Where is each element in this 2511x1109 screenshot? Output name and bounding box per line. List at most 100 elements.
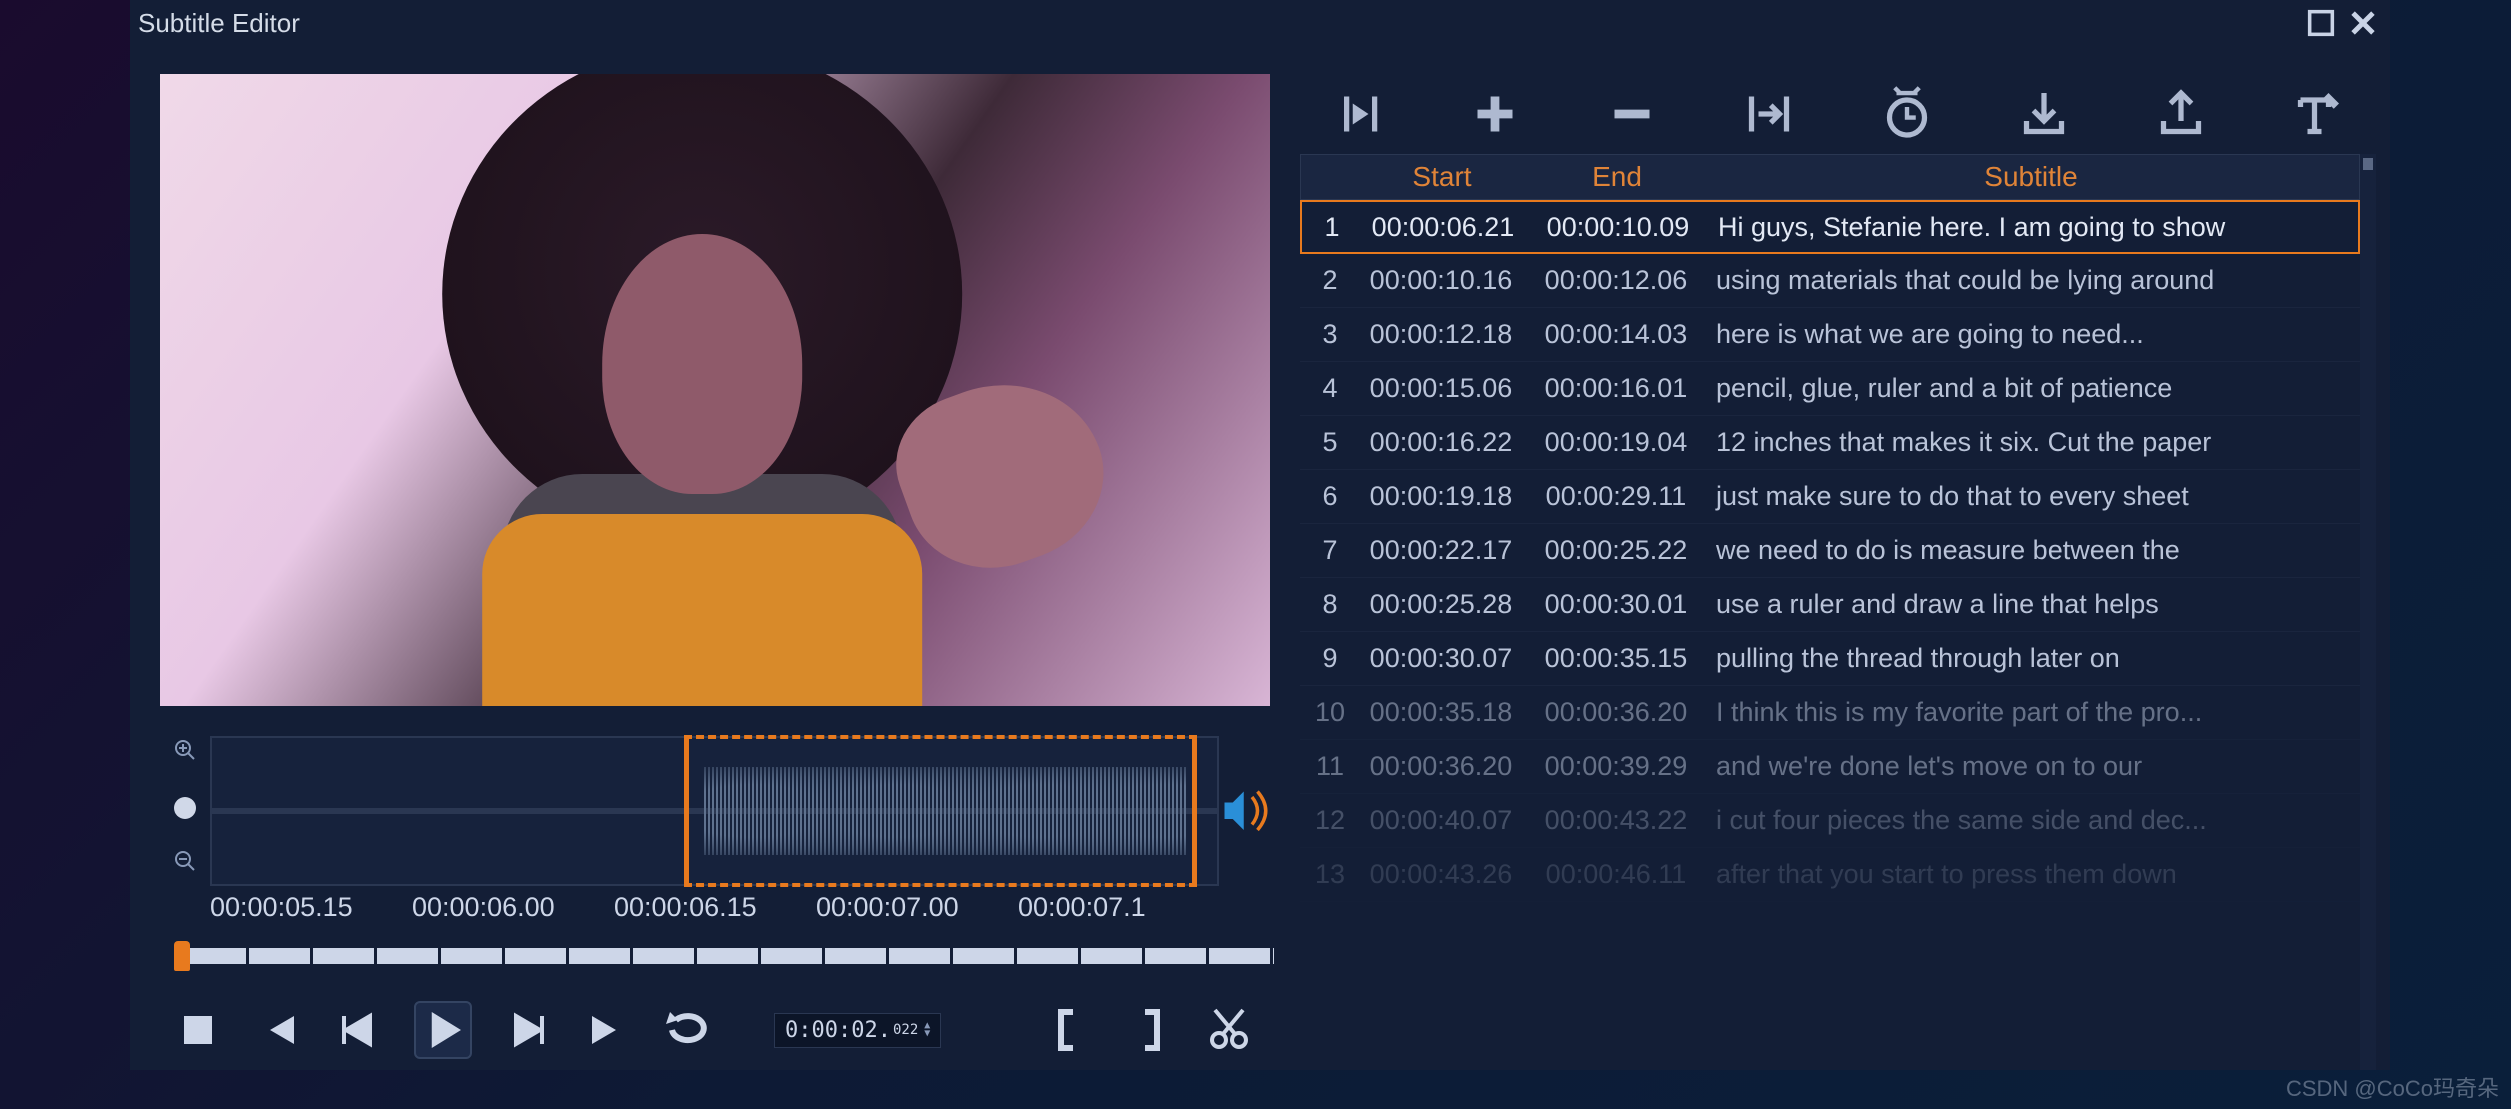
table-row[interactable]: 1200:00:40.0700:00:43.22i cut four piece… [1300,794,2360,848]
row-subtitle: we need to do is measure between the [1702,535,2360,566]
bracket-out-button[interactable] [1125,1006,1173,1054]
row-end: 00:00:39.29 [1530,751,1702,782]
merge-button[interactable] [1741,86,1797,142]
table-row[interactable]: 1300:00:43.2600:00:46.11after that you s… [1300,848,2360,902]
row-number: 1 [1310,212,1354,243]
timecode-display[interactable]: 0:00:02.022 ▲▼ [774,1013,941,1048]
close-button[interactable] [2346,6,2380,40]
play-button[interactable] [414,1001,472,1059]
row-end: 00:00:14.03 [1530,319,1702,350]
timecode-minor: 022 [893,1022,918,1038]
text-options-button[interactable] [2290,86,2346,142]
row-number: 8 [1308,589,1352,620]
table-row[interactable]: 400:00:15.0600:00:16.01pencil, glue, rul… [1300,362,2360,416]
col-end[interactable]: End [1531,161,1703,193]
scrollbar-thumb[interactable] [2363,158,2373,170]
play-selection-button[interactable] [1330,86,1386,142]
waveform-display[interactable] [210,736,1219,886]
row-start: 00:00:43.26 [1352,859,1530,890]
zoom-slider-handle[interactable] [174,797,196,819]
import-button[interactable] [2016,86,2072,142]
row-subtitle: use a ruler and draw a line that helps [1702,589,2360,620]
scrubber-track[interactable] [182,948,1274,964]
zoom-out-icon[interactable] [173,849,197,878]
row-subtitle: and we're done let's move on to our [1702,751,2360,782]
audio-track-icon[interactable] [1219,736,1274,836]
table-row[interactable]: 700:00:22.1700:00:25.22we need to do is … [1300,524,2360,578]
row-number: 10 [1308,697,1352,728]
row-start: 00:00:40.07 [1352,805,1530,836]
watermark: CSDN @CoCo玛奇朵 [2286,1071,2499,1103]
timecode-stepper[interactable]: ▲▼ [924,1022,930,1038]
row-number: 2 [1308,265,1352,296]
row-number: 13 [1308,859,1352,890]
tick-label: 00:00:05.15 [210,892,412,923]
row-number: 9 [1308,643,1352,674]
table-row[interactable]: 600:00:19.1800:00:29.11just make sure to… [1300,470,2360,524]
step-back-button[interactable] [334,1006,382,1054]
table-row[interactable]: 100:00:06.2100:00:10.09Hi guys, Stefanie… [1300,200,2360,254]
row-number: 4 [1308,373,1352,404]
row-start: 00:00:06.21 [1354,212,1532,243]
tick-label: 00:00:07.00 [816,892,1018,923]
row-start: 00:00:15.06 [1352,373,1530,404]
step-forward-button[interactable] [504,1006,552,1054]
table-row[interactable]: 1100:00:36.2000:00:39.29and we're done l… [1300,740,2360,794]
table-row[interactable]: 900:00:30.0700:00:35.15pulling the threa… [1300,632,2360,686]
row-number: 3 [1308,319,1352,350]
remove-subtitle-button[interactable] [1604,86,1660,142]
table-row[interactable]: 200:00:10.1600:00:12.06using materials t… [1300,254,2360,308]
table-header: Start End Subtitle [1300,154,2360,200]
row-number: 6 [1308,481,1352,512]
row-start: 00:00:10.16 [1352,265,1530,296]
row-subtitle: 12 inches that makes it six. Cut the pap… [1702,427,2360,458]
row-end: 00:00:35.15 [1530,643,1702,674]
row-end: 00:00:36.20 [1530,697,1702,728]
window-title: Subtitle Editor [138,8,300,39]
row-subtitle: pulling the thread through later on [1702,643,2360,674]
row-subtitle: Hi guys, Stefanie here. I am going to sh… [1704,212,2358,243]
row-start: 00:00:25.28 [1352,589,1530,620]
tick-label: 00:00:06.15 [614,892,816,923]
bracket-in-button[interactable] [1045,1006,1093,1054]
waveform-selection[interactable] [684,735,1197,887]
row-subtitle: here is what we are going to need... [1702,319,2360,350]
time-shift-button[interactable] [1879,86,1935,142]
row-end: 00:00:25.22 [1530,535,1702,566]
video-preview[interactable] [160,74,1270,706]
table-row[interactable]: 500:00:16.2200:00:19.0412 inches that ma… [1300,416,2360,470]
zoom-in-icon[interactable] [173,738,197,767]
row-end: 00:00:10.09 [1532,212,1704,243]
add-subtitle-button[interactable] [1467,86,1523,142]
row-start: 00:00:36.20 [1352,751,1530,782]
row-end: 00:00:16.01 [1530,373,1702,404]
row-number: 11 [1308,751,1352,782]
scrubber-playhead[interactable] [174,941,190,971]
stop-button[interactable] [174,1006,222,1054]
row-end: 00:00:30.01 [1530,589,1702,620]
row-end: 00:00:43.22 [1530,805,1702,836]
maximize-button[interactable] [2304,6,2338,40]
vertical-scrollbar[interactable] [2360,154,2376,1070]
subtitle-table: Start End Subtitle 100:00:06.2100:00:10.… [1300,154,2360,1070]
row-start: 00:00:12.18 [1352,319,1530,350]
subtitle-editor-window: Subtitle Editor [130,0,2390,1070]
row-start: 00:00:16.22 [1352,427,1530,458]
export-button[interactable] [2153,86,2209,142]
col-start[interactable]: Start [1353,161,1531,193]
skip-start-button[interactable] [254,1006,302,1054]
table-row[interactable]: 300:00:12.1800:00:14.03here is what we a… [1300,308,2360,362]
cut-button[interactable] [1205,1006,1253,1054]
row-end: 00:00:12.06 [1530,265,1702,296]
table-row[interactable]: 1000:00:35.1800:00:36.20I think this is … [1300,686,2360,740]
row-number: 5 [1308,427,1352,458]
tick-label: 00:00:06.00 [412,892,614,923]
row-subtitle: pencil, glue, ruler and a bit of patienc… [1702,373,2360,404]
loop-button[interactable] [664,1006,712,1054]
skip-end-button[interactable] [584,1006,632,1054]
row-subtitle: after that you start to press them down [1702,859,2360,890]
col-subtitle[interactable]: Subtitle [1703,161,2359,193]
transport-controls: 0:00:02.022 ▲▼ [174,1001,1274,1059]
table-row[interactable]: 800:00:25.2800:00:30.01use a ruler and d… [1300,578,2360,632]
row-start: 00:00:22.17 [1352,535,1530,566]
